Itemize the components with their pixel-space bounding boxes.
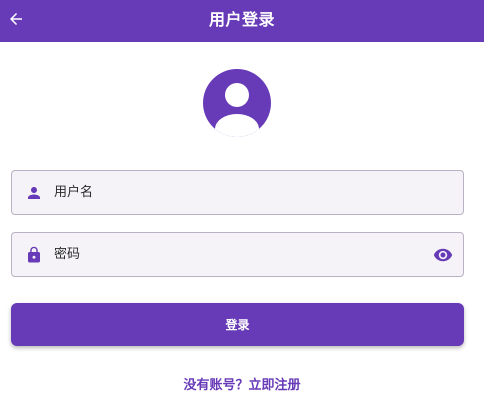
app-bar: 用户登录	[0, 0, 484, 42]
username-input[interactable]	[54, 171, 414, 214]
avatar	[203, 69, 271, 137]
password-field[interactable]	[11, 232, 464, 277]
person-icon	[24, 183, 44, 203]
account-circle-icon	[215, 83, 259, 137]
page-title: 用户登录	[208, 10, 275, 29]
username-field[interactable]	[11, 170, 464, 215]
register-link[interactable]: 没有账号？立即注册	[0, 374, 484, 393]
login-button[interactable]: 登录	[11, 303, 464, 346]
eye-icon[interactable]	[432, 244, 454, 266]
lock-icon	[24, 245, 44, 265]
password-input[interactable]	[54, 233, 414, 276]
